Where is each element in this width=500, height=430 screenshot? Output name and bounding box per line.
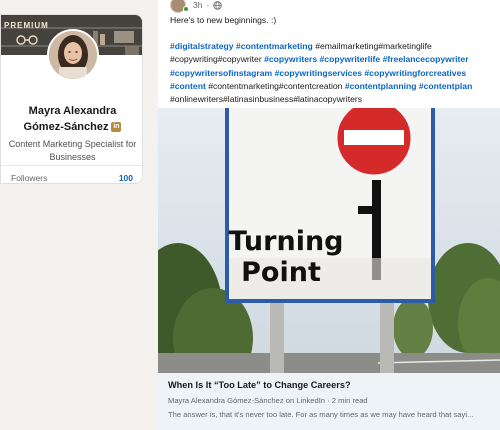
hashtag-text: #contentmarketing#contentcreation bbox=[205, 80, 345, 91]
article-snippet: The answer is, that it's never too late.… bbox=[168, 410, 474, 419]
followers-label: Followers bbox=[11, 173, 48, 183]
profile-card: PREMIUM Mayra Alexandra Gómez-Sánchez in… bbox=[0, 14, 143, 184]
article-title[interactable]: When Is It “Too Late” to Change Careers? bbox=[168, 379, 490, 391]
sign-text-line2: Point bbox=[241, 257, 321, 288]
followers-row[interactable]: Followers 100 bbox=[1, 173, 142, 183]
online-status-dot bbox=[183, 6, 189, 12]
profile-name-line2: Gómez-Sánchez bbox=[23, 121, 109, 133]
profile-name-line1: Mayra Alexandra bbox=[28, 105, 117, 117]
profile-name-block: Mayra Alexandra Gómez-Sánchez in Content… bbox=[1, 103, 142, 164]
hashtag-link[interactable]: #contentplan bbox=[419, 81, 472, 91]
linkedin-badge-icon: in bbox=[111, 122, 122, 132]
hashtag-link[interactable]: #contentplanning bbox=[345, 81, 417, 91]
profile-name[interactable]: Mayra Alexandra Gómez-Sánchez in bbox=[1, 103, 142, 135]
post-body: Here's to new beginnings. :) #digitalstr… bbox=[170, 14, 496, 106]
hashtag-link[interactable]: #copywriterlife bbox=[320, 54, 381, 64]
post-time: 3h bbox=[193, 0, 203, 10]
premium-icon bbox=[16, 35, 38, 45]
feed-post: 3h · Here's to new beginnings. :) #digit… bbox=[158, 0, 500, 430]
profile-headline: Content Marketing Specialist for Busines… bbox=[8, 139, 137, 162]
hashtag-link[interactable]: #digitalstrategy bbox=[170, 41, 234, 51]
hashtag-link[interactable]: #contentmarketing bbox=[236, 41, 313, 51]
hashtag-link[interactable]: #copywritingforcreatives bbox=[364, 68, 466, 78]
post-intro: Here's to new beginnings. :) bbox=[170, 15, 277, 25]
globe-icon bbox=[213, 0, 223, 10]
post-hashtags: #digitalstrategy #contentmarketing #emai… bbox=[170, 40, 496, 106]
post-meta: 3h · bbox=[170, 0, 223, 13]
hashtag-link[interactable]: #freelancecopywriter bbox=[383, 54, 469, 64]
dot-separator: · bbox=[206, 0, 210, 10]
sign-text-line1: Turning bbox=[228, 226, 343, 257]
avatar[interactable] bbox=[47, 29, 99, 81]
followers-count: 100 bbox=[118, 173, 133, 183]
hashtag-link[interactable]: #copywriters bbox=[264, 54, 317, 64]
divider bbox=[1, 165, 142, 166]
article-info[interactable]: When Is It “Too Late” to Change Careers?… bbox=[158, 373, 500, 430]
premium-label: PREMIUM bbox=[4, 21, 49, 30]
article-source: Mayra Alexandra Gómez-Sánchez on LinkedI… bbox=[168, 396, 368, 405]
hashtag-text: #onlinewriters#latinasinbusiness#latinac… bbox=[170, 94, 363, 105]
hashtag-link[interactable]: #copywritersofinstagram bbox=[170, 68, 272, 78]
hashtag-link[interactable]: #content bbox=[170, 81, 206, 91]
hashtag-link[interactable]: #copywritingservices bbox=[275, 68, 362, 78]
article-image[interactable]: Turning Point bbox=[158, 108, 500, 373]
